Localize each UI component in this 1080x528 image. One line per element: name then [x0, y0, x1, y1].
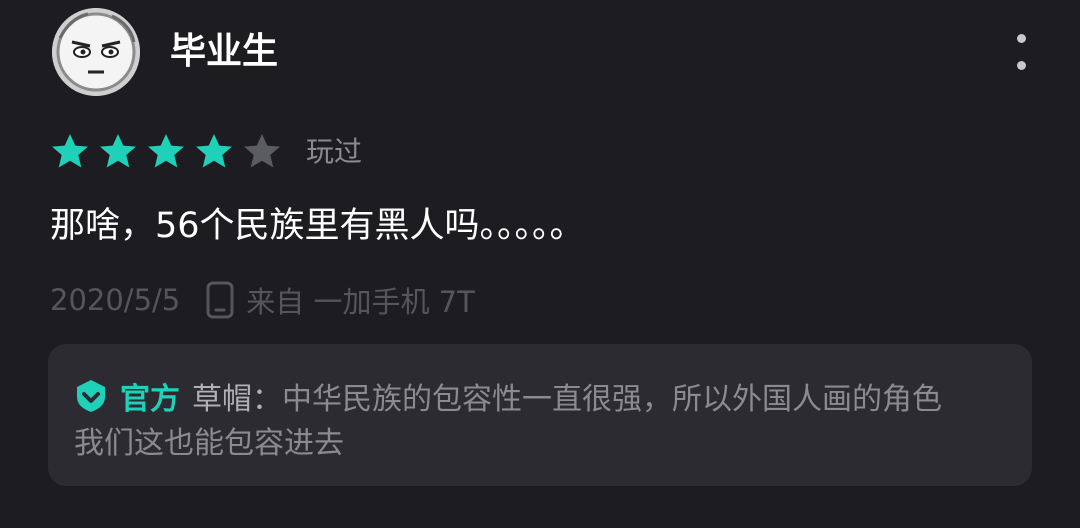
play-status: 玩过: [306, 135, 363, 168]
reply-text-line1: 中华民族的包容性一直很强，所以外国人画的角色: [282, 382, 942, 417]
star-filled-icon: [100, 134, 136, 168]
more-options-button[interactable]: [1008, 34, 1034, 70]
star-filled-icon: [52, 134, 88, 168]
rating-row: 玩过: [50, 130, 362, 174]
star-filled-icon: [148, 134, 184, 168]
reply-text-line2: 我们这也能包容进去: [74, 426, 344, 461]
cartoon-face-avatar-icon: [52, 8, 140, 96]
review-card: 毕业生 玩过 那啥，56个民族里有黑人吗。。。。。 2020/5/5 来自 一加…: [0, 0, 1080, 528]
official-label: 官方: [120, 382, 180, 417]
reply-first-line: 官方 草帽： 中华民族的包容性一直很强，所以外国人画的角色: [74, 376, 942, 417]
star-filled-icon: [196, 134, 232, 168]
review-text: 那啥，56个民族里有黑人吗。。。。。: [50, 206, 585, 246]
username[interactable]: 毕业生: [170, 30, 278, 74]
phone-icon: [206, 281, 234, 319]
star-rating: [50, 132, 290, 172]
avatar[interactable]: [52, 8, 140, 96]
device-source: 来自 一加手机 7T: [246, 285, 475, 319]
review-date: 2020/5/5: [50, 283, 181, 317]
star-empty-icon: [244, 134, 280, 168]
review-meta: 2020/5/5 来自 一加手机 7T: [50, 280, 475, 320]
reply-author: 草帽：: [192, 382, 282, 417]
verified-shield-icon: [77, 380, 105, 412]
official-reply[interactable]: 官方 草帽： 中华民族的包容性一直很强，所以外国人画的角色 我们这也能包容进去: [48, 344, 1032, 486]
more-vertical-icon: [1016, 34, 1026, 43]
more-vertical-icon-dot: [1016, 61, 1026, 70]
